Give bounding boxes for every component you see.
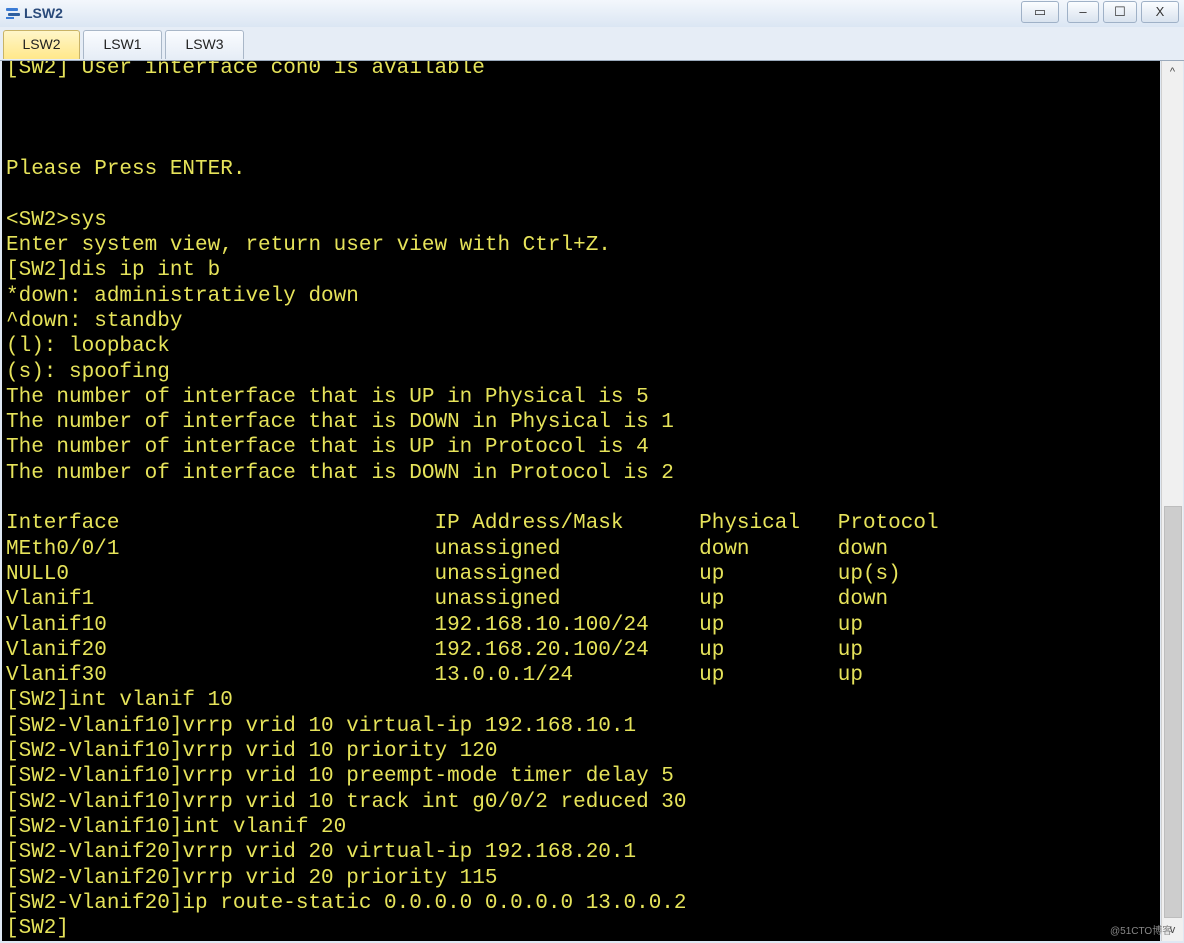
terminal-line: [SW2-Vlanif10]vrrp vrid 10 priority 120 xyxy=(6,740,498,764)
terminal-line: [SW2-Vlanif10]vrrp vrid 10 preempt-mode … xyxy=(6,765,674,789)
terminal-line: Vlanif20 192.168.20.100/24 up up xyxy=(6,638,863,662)
tab-strip: LSW2 LSW1 LSW3 xyxy=(0,27,1184,61)
terminal-line: MEth0/0/1 unassigned down down xyxy=(6,537,889,561)
terminal-line: The number of interface that is UP in Ph… xyxy=(6,385,649,409)
terminal-line: Please Press ENTER. xyxy=(6,158,246,182)
terminal-line: The number of interface that is DOWN in … xyxy=(6,411,674,435)
terminal-line: [SW2]dis ip int b xyxy=(6,259,221,283)
terminal-line: [SW2-Vlanif20]vrrp vrid 20 virtual-ip 19… xyxy=(6,841,637,865)
tab-lsw1[interactable]: LSW1 xyxy=(83,30,162,59)
terminal-line: ^down: standby xyxy=(6,309,183,333)
terminal-line: The number of interface that is UP in Pr… xyxy=(6,436,649,460)
terminal-line: [SW2-Vlanif10]vrrp vrid 10 track int g0/… xyxy=(6,790,687,814)
terminal-line: [SW2]int vlanif 10 xyxy=(6,689,233,713)
terminal-line: [SW2-Vlanif20]vrrp vrid 20 priority 115 xyxy=(6,866,498,890)
scroll-thumb[interactable] xyxy=(1164,506,1182,918)
terminal-line: Enter system view, return user view with… xyxy=(6,234,611,258)
terminal-line: Interface IP Address/Mask Physical Proto… xyxy=(6,512,939,536)
terminal-line: The number of interface that is DOWN in … xyxy=(6,461,674,485)
title-bar: LSW2 ▭ – ☐ X xyxy=(0,0,1184,28)
maximize-button[interactable]: ☐ xyxy=(1103,1,1137,23)
tab-lsw2[interactable]: LSW2 xyxy=(3,30,80,59)
terminal-line: (l): loopback xyxy=(6,335,170,359)
terminal-line: Vlanif30 13.0.0.1/24 up up xyxy=(6,664,863,688)
terminal-output: [SW2] User interface con0 is available P… xyxy=(6,61,939,941)
window-title: LSW2 xyxy=(24,5,63,21)
terminal-line: *down: administratively down xyxy=(6,284,359,308)
terminal-line: [SW2] xyxy=(6,917,70,941)
restore-button[interactable]: ▭ xyxy=(1021,1,1059,23)
terminal-line: (s): spoofing xyxy=(6,360,170,384)
scroll-up-arrow[interactable]: ^ xyxy=(1162,61,1183,83)
terminal-line: NULL0 unassigned up up(s) xyxy=(6,562,901,586)
terminal-line: Vlanif1 unassigned up down xyxy=(6,588,889,612)
terminal-line: Vlanif10 192.168.10.100/24 up up xyxy=(6,613,863,637)
terminal-line: [SW2-Vlanif10]int vlanif 20 xyxy=(6,815,347,839)
terminal-line: [SW2-Vlanif10]vrrp vrid 10 virtual-ip 19… xyxy=(6,714,637,738)
vertical-scrollbar[interactable]: ^ v xyxy=(1161,61,1183,941)
switch-icon xyxy=(6,8,20,19)
terminal-line: [SW2-Vlanif20]ip route-static 0.0.0.0 0.… xyxy=(6,891,687,915)
terminal-line: [SW2] User interface con0 is available xyxy=(6,61,485,80)
minimize-button[interactable]: – xyxy=(1067,1,1099,23)
tab-lsw3[interactable]: LSW3 xyxy=(165,30,244,59)
terminal-line: <SW2>sys xyxy=(6,208,107,232)
close-button[interactable]: X xyxy=(1141,1,1179,23)
terminal-console[interactable]: [SW2] User interface con0 is available P… xyxy=(2,61,1160,941)
watermark: @51CTO博客 xyxy=(1110,926,1173,937)
